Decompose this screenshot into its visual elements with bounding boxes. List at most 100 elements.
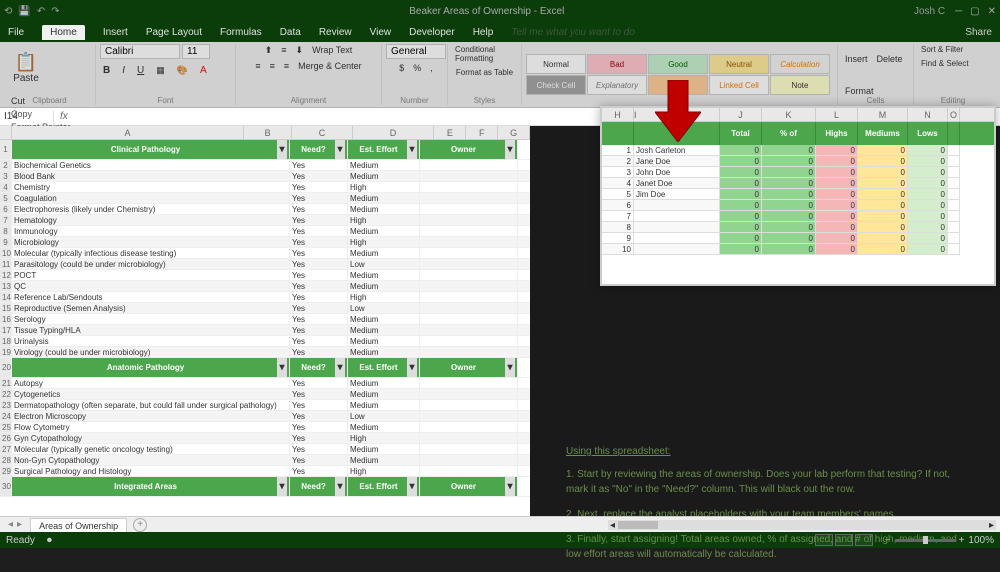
autosave-icon[interactable]: ⟲: [4, 6, 12, 17]
tab-review[interactable]: Review: [319, 27, 352, 38]
filter-icon[interactable]: ▾: [277, 358, 287, 377]
table-row[interactable]: 25 Flow Cytometry Yes Medium: [0, 422, 530, 433]
filter-icon[interactable]: ▾: [277, 477, 287, 496]
merge-center-button[interactable]: Merge & Center: [295, 60, 365, 72]
owner-row[interactable]: 6 0 0 0 0 0: [602, 200, 994, 211]
table-row[interactable]: 19 Virology (could be under microbiology…: [0, 347, 530, 358]
col-D[interactable]: D: [353, 126, 435, 139]
owner-row[interactable]: 8 0 0 0 0 0: [602, 222, 994, 233]
new-sheet-button[interactable]: +: [133, 518, 147, 532]
col-F[interactable]: F: [466, 126, 498, 139]
ocol-J[interactable]: J: [720, 108, 762, 121]
tab-developer[interactable]: Developer: [409, 27, 455, 38]
find-select-button[interactable]: Find & Select: [918, 58, 972, 69]
fontsize-select[interactable]: [182, 44, 210, 59]
table-row[interactable]: 13 QC Yes Medium: [0, 281, 530, 292]
table-row[interactable]: 2 Biochemical Genetics Yes Medium: [0, 160, 530, 171]
share-button[interactable]: Share: [965, 27, 992, 38]
table-row[interactable]: 9 Microbiology Yes High: [0, 237, 530, 248]
prev-sheet-icon[interactable]: ◂: [8, 519, 13, 530]
undo-icon[interactable]: ↶: [37, 6, 45, 17]
filter-icon[interactable]: ▾: [505, 358, 515, 377]
col-B[interactable]: B: [244, 126, 293, 139]
currency-icon[interactable]: $: [396, 62, 407, 74]
border-button[interactable]: ▦: [153, 64, 168, 77]
fill-color-button[interactable]: 🎨: [174, 64, 191, 77]
ocol-K[interactable]: K: [762, 108, 816, 121]
zoom-level[interactable]: 100%: [968, 535, 994, 546]
owner-row[interactable]: 5 Jim Doe 0 0 0 0 0: [602, 189, 994, 200]
tellme-input[interactable]: Tell me what you want to do: [511, 27, 947, 38]
align-top-icon[interactable]: ⬆: [262, 44, 276, 57]
tab-help[interactable]: Help: [473, 27, 494, 38]
col-A[interactable]: A: [12, 126, 244, 139]
redo-icon[interactable]: ↷: [51, 6, 59, 17]
style-checkcell[interactable]: Check Cell: [526, 75, 586, 95]
align-middle-icon[interactable]: ≡: [278, 44, 289, 57]
align-center-icon[interactable]: ≡: [267, 60, 278, 72]
conditional-formatting-button[interactable]: Conditional Formatting: [452, 44, 517, 64]
format-cells-button[interactable]: Format: [842, 85, 877, 97]
table-row[interactable]: 4 Chemistry Yes High: [0, 182, 530, 193]
table-row[interactable]: 27 Molecular (typically genetic oncology…: [0, 444, 530, 455]
italic-button[interactable]: I: [119, 64, 128, 77]
table-row[interactable]: 29 Surgical Pathology and Histology Yes …: [0, 466, 530, 477]
wrap-text-button[interactable]: Wrap Text: [309, 44, 355, 57]
next-sheet-icon[interactable]: ▸: [17, 519, 22, 530]
owner-row[interactable]: 9 0 0 0 0 0: [602, 233, 994, 244]
table-row[interactable]: 26 Gyn Cytopathology Yes High: [0, 433, 530, 444]
col-E[interactable]: E: [434, 126, 466, 139]
save-icon[interactable]: 💾: [18, 6, 30, 17]
table-row[interactable]: 5 Coagulation Yes Medium: [0, 193, 530, 204]
table-row[interactable]: 22 Cytogenetics Yes Medium: [0, 389, 530, 400]
owner-row[interactable]: 2 Jane Doe 0 0 0 0 0: [602, 156, 994, 167]
ocol-M[interactable]: M: [858, 108, 908, 121]
user-label[interactable]: Josh C: [914, 6, 945, 17]
table-row[interactable]: 3 Blood Bank Yes Medium: [0, 171, 530, 182]
align-bottom-icon[interactable]: ⬇: [293, 44, 307, 57]
filter-icon[interactable]: ▾: [335, 477, 345, 496]
table-row[interactable]: 24 Electron Microscopy Yes Low: [0, 411, 530, 422]
style-linkedcell[interactable]: Linked Cell: [709, 75, 769, 95]
filter-icon[interactable]: ▾: [407, 477, 417, 496]
table-row[interactable]: 18 Urinalysis Yes Medium: [0, 336, 530, 347]
style-calculation[interactable]: Calculation: [770, 54, 830, 74]
filter-icon[interactable]: ▾: [505, 140, 515, 159]
ocol-O[interactable]: O: [948, 108, 960, 121]
table-row[interactable]: 12 POCT Yes Medium: [0, 270, 530, 281]
font-color-button[interactable]: A: [197, 64, 210, 77]
style-good[interactable]: Good: [648, 54, 708, 74]
column-headers[interactable]: A B C D E F G: [0, 126, 530, 140]
owner-row[interactable]: 4 Janet Doe 0 0 0 0 0: [602, 178, 994, 189]
ocol-L[interactable]: L: [816, 108, 858, 121]
underline-button[interactable]: U: [134, 64, 147, 77]
tab-home[interactable]: Home: [42, 25, 85, 40]
macro-record-icon[interactable]: ⏺: [47, 535, 52, 546]
horizontal-scrollbar[interactable]: ◂ ▸: [608, 520, 996, 530]
owner-row[interactable]: 3 John Doe 0 0 0 0 0: [602, 167, 994, 178]
tab-insert[interactable]: Insert: [103, 27, 128, 38]
style-neutral[interactable]: Neutral: [709, 54, 769, 74]
scroll-right-icon[interactable]: ▸: [987, 520, 996, 530]
table-row[interactable]: 11 Parasitology (could be under microbio…: [0, 259, 530, 270]
tab-pagelayout[interactable]: Page Layout: [146, 27, 202, 38]
style-note[interactable]: Note: [770, 75, 830, 95]
owner-row[interactable]: 10 0 0 0 0 0: [602, 244, 994, 255]
owner-row[interactable]: 1 Josh Carleton 0 0 0 0 0: [602, 145, 994, 156]
filter-icon[interactable]: ▾: [505, 477, 515, 496]
font-select[interactable]: [100, 44, 180, 59]
tab-data[interactable]: Data: [280, 27, 301, 38]
number-format-select[interactable]: [386, 44, 446, 59]
percent-icon[interactable]: %: [410, 62, 424, 74]
main-grid[interactable]: A B C D E F G 1 Clinical Pathology▾ Need…: [0, 126, 530, 516]
table-row[interactable]: 6 Electrophoresis (likely under Chemistr…: [0, 204, 530, 215]
bold-button[interactable]: B: [100, 64, 113, 77]
zoom-slider[interactable]: [895, 539, 955, 542]
table-row[interactable]: 10 Molecular (typically infectious disea…: [0, 248, 530, 259]
table-row[interactable]: 8 Immunology Yes Medium: [0, 226, 530, 237]
filter-icon[interactable]: ▾: [335, 358, 345, 377]
sheet-tab-areas[interactable]: Areas of Ownership: [30, 518, 127, 532]
filter-icon[interactable]: ▾: [407, 358, 417, 377]
filter-icon[interactable]: ▾: [407, 140, 417, 159]
col-C[interactable]: C: [292, 126, 352, 139]
